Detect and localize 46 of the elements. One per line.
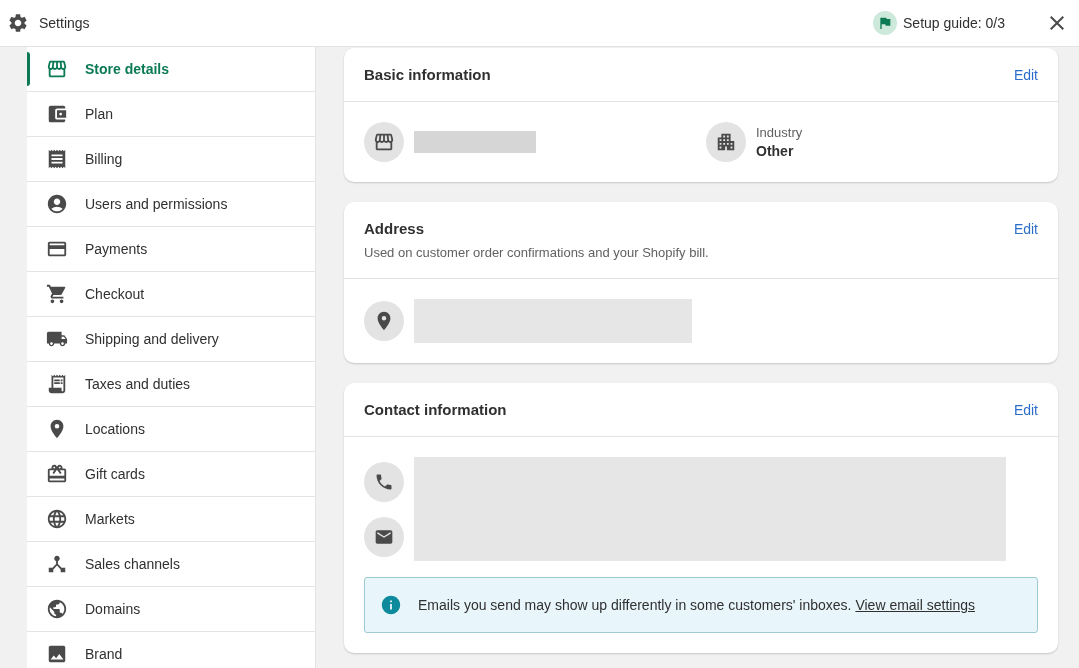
sidebar-item[interactable]: Billing bbox=[27, 137, 315, 182]
edit-link[interactable]: Edit bbox=[1013, 220, 1038, 237]
storefront-icon bbox=[364, 122, 404, 162]
sidebar-item[interactable]: Markets bbox=[27, 497, 315, 542]
globe-icon bbox=[46, 508, 68, 530]
sidebar-item[interactable]: Checkout bbox=[27, 272, 315, 317]
phone-icon bbox=[364, 461, 404, 502]
card-title: Address bbox=[364, 220, 425, 237]
info-icon bbox=[380, 594, 402, 616]
sidebar-item[interactable]: Users and permissions bbox=[27, 182, 315, 227]
flag-icon bbox=[873, 11, 897, 35]
sidebar-item[interactable]: Sales channels bbox=[27, 542, 315, 587]
sidebar-item[interactable]: Plan bbox=[27, 92, 315, 137]
sidebar-item[interactable]: Shipping and delivery bbox=[27, 317, 315, 362]
sidebar-item[interactable]: Gift cards bbox=[27, 452, 315, 497]
page-title: Settings bbox=[39, 15, 91, 31]
user-icon bbox=[46, 193, 68, 215]
hub-icon bbox=[46, 553, 68, 575]
sidebar-item[interactable]: Brand bbox=[27, 632, 315, 668]
cart-icon bbox=[46, 283, 68, 305]
map-pin-icon bbox=[364, 301, 404, 341]
receipt-icon bbox=[46, 373, 68, 395]
card-title: Contact information bbox=[364, 401, 507, 418]
sidebar-item[interactable]: Payments bbox=[27, 227, 315, 272]
industry-value: Other bbox=[756, 143, 795, 159]
storefront-icon bbox=[46, 58, 68, 80]
setup-guide-button[interactable]: Setup guide: 0/3 bbox=[873, 11, 1005, 35]
sidebar-item[interactable]: Store details bbox=[27, 47, 315, 92]
view-email-settings-link[interactable]: View email settings bbox=[855, 597, 975, 613]
building-icon bbox=[706, 122, 746, 162]
sidebar-item[interactable]: Domains bbox=[27, 587, 315, 632]
globe-icon bbox=[46, 598, 68, 620]
receipt-icon bbox=[46, 148, 68, 170]
sidebar-item[interactable]: Locations bbox=[27, 407, 315, 452]
industry-label: Industry bbox=[756, 125, 803, 140]
gift-icon bbox=[46, 463, 68, 485]
wallet-icon bbox=[46, 103, 68, 125]
card-description: Used on customer order confirmations and your Shopify bill. bbox=[364, 245, 710, 260]
edit-link[interactable]: Edit bbox=[1013, 401, 1038, 418]
image-icon bbox=[46, 643, 68, 665]
edit-link[interactable]: Edit bbox=[1013, 66, 1038, 83]
banner-text: Emails you send may show up differently in some customers' inboxes. View email settings bbox=[418, 597, 975, 613]
card-title: Basic information bbox=[364, 66, 491, 83]
sidebar-item[interactable]: Taxes and duties bbox=[27, 362, 315, 407]
settings-icon bbox=[7, 12, 29, 34]
envelope-icon bbox=[364, 516, 404, 557]
